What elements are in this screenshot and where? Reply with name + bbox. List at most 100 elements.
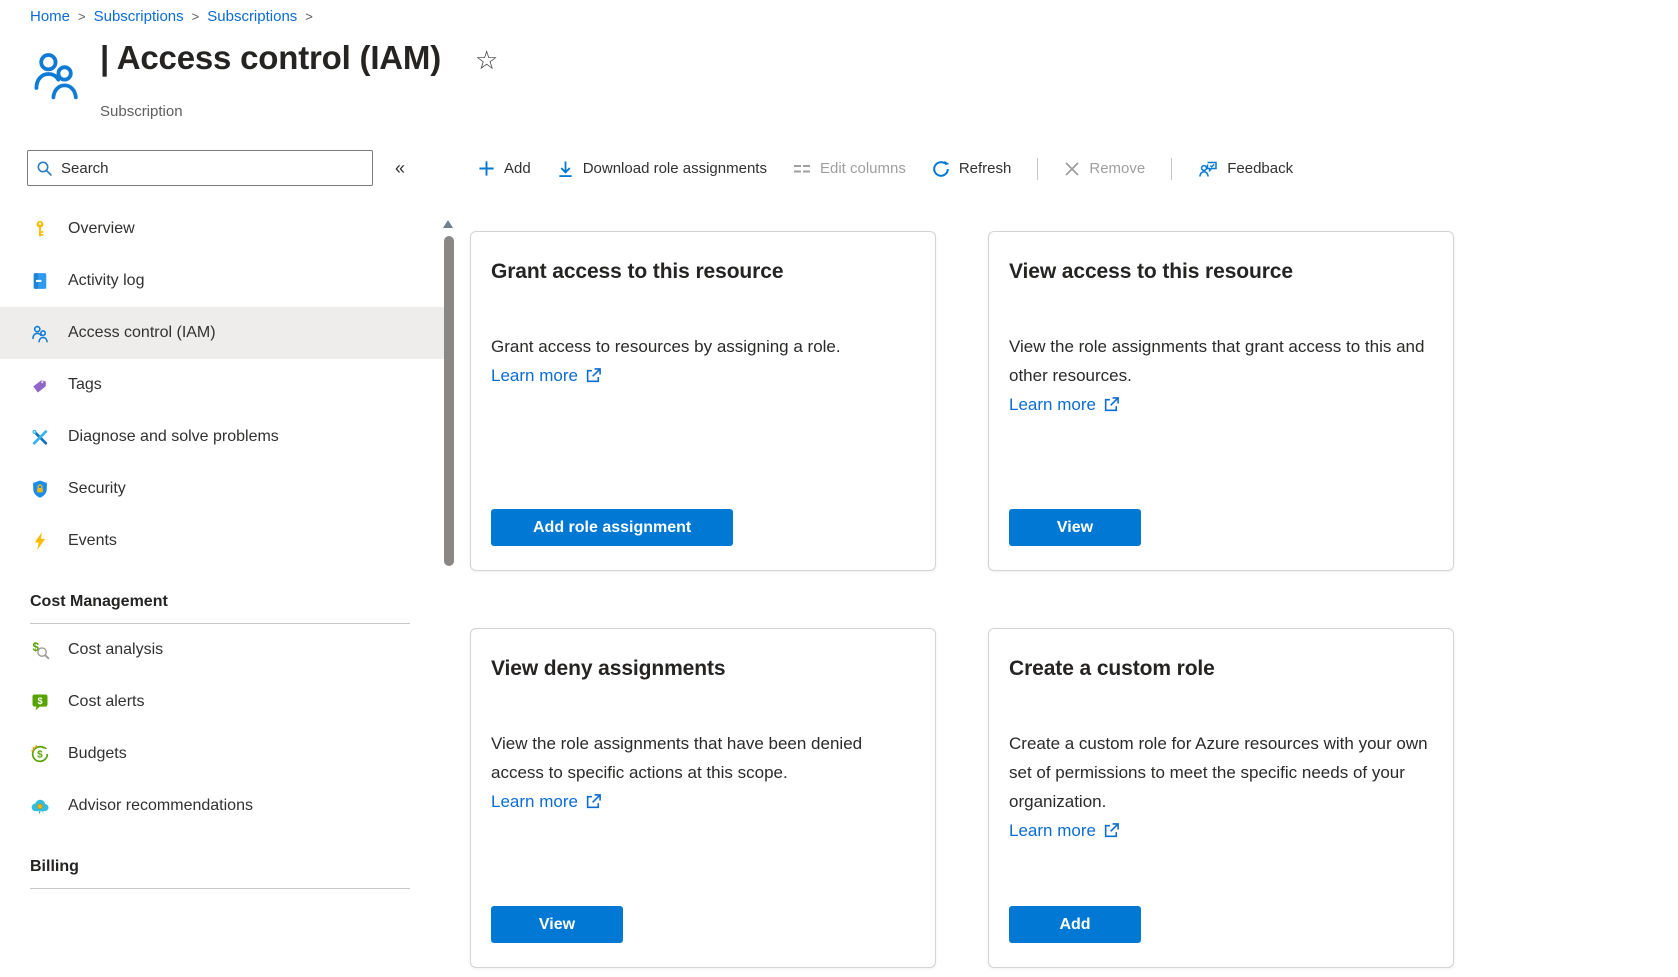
x-icon [1064,161,1080,177]
toolbar-label: Download role assignments [583,160,767,177]
card-description: View the role assignments that grant acc… [1009,332,1433,390]
toolbar-label: Add [504,160,531,177]
breadcrumb: Home > Subscriptions > Subscriptions > [30,8,1678,25]
breadcrumb-separator: > [305,9,313,24]
sidebar-scrollbar-thumb[interactable] [444,236,454,566]
sidebar: « Overview Activity log [0,140,462,977]
sidebar-item-label: Cost alerts [68,693,144,711]
sidebar-item-diagnose[interactable]: Diagnose and solve problems [0,411,445,463]
sidebar-item-budgets[interactable]: $ Budgets [0,728,445,780]
learn-more-link[interactable]: Learn more [1009,390,1120,419]
advisor-icon [30,796,50,816]
sidebar-item-label: Events [68,532,117,550]
external-link-icon [1103,396,1120,413]
breadcrumb-link-subscriptions[interactable]: Subscriptions [94,8,184,25]
sidebar-collapse-icon[interactable]: « [395,158,405,179]
svg-text:$: $ [38,696,43,706]
sidebar-item-activity-log[interactable]: Activity log [0,255,445,307]
toolbar-label: Feedback [1227,160,1293,177]
sidebar-item-cost-analysis[interactable]: $ Cost analysis [0,624,445,676]
edit-columns-icon [793,161,811,177]
download-role-assignments-button[interactable]: Download role assignments [557,160,767,178]
sidebar-scrollbar[interactable] [446,140,458,977]
star-outline-icon[interactable]: ☆ [475,47,498,73]
sidebar-item-cost-alerts[interactable]: $ Cost alerts [0,676,445,728]
sidebar-item-label: Overview [68,220,135,238]
activity-log-icon [30,271,50,291]
sidebar-item-events[interactable]: Events [0,515,445,567]
sidebar-item-tags[interactable]: Tags [0,359,445,411]
view-access-button[interactable]: View [1009,509,1141,546]
breadcrumb-link-home[interactable]: Home [30,8,70,25]
people-icon [30,323,50,343]
page-subtitle: Subscription [100,103,1678,120]
learn-more-label: Learn more [491,787,578,816]
page-title: | Access control (IAM) [100,39,441,77]
lightning-icon [30,531,50,551]
card-title: View access to this resource [1009,260,1433,284]
main-content: Add Download role assignments Edit colum… [462,140,1678,977]
learn-more-link[interactable]: Learn more [1009,816,1120,845]
sidebar-item-label: Budgets [68,745,127,763]
search-icon [36,160,53,177]
add-button[interactable]: Add [478,160,531,177]
scroll-up-icon[interactable] [443,220,453,228]
toolbar: Add Download role assignments Edit colum… [478,150,1678,187]
sidebar-item-label: Security [68,480,126,498]
add-role-assignment-button[interactable]: Add role assignment [491,509,733,546]
toolbar-separator [1171,158,1172,180]
plus-icon [478,160,495,177]
learn-more-link[interactable]: Learn more [491,361,602,390]
tools-icon [30,427,50,447]
feedback-icon [1198,159,1218,178]
sidebar-item-overview[interactable]: Overview [0,203,445,255]
card-title: Grant access to this resource [491,260,915,284]
toolbar-label: Edit columns [820,160,906,177]
sidebar-item-label: Access control (IAM) [68,324,216,342]
sidebar-item-label: Cost analysis [68,641,163,659]
key-icon [30,219,50,239]
sidebar-item-access-control-iam[interactable]: Access control (IAM) [0,307,445,359]
breadcrumb-separator: > [78,9,86,24]
sidebar-item-advisor-recommendations[interactable]: Advisor recommendations [0,780,445,832]
external-link-icon [585,793,602,810]
remove-button: Remove [1064,160,1145,177]
learn-more-label: Learn more [491,361,578,390]
feedback-button[interactable]: Feedback [1198,159,1293,178]
refresh-icon [932,160,950,178]
section-header-billing: Billing [0,832,462,888]
view-deny-assignments-button[interactable]: View [491,906,623,943]
tag-icon [30,375,50,395]
learn-more-link[interactable]: Learn more [491,787,602,816]
cost-alerts-icon: $ [30,692,50,712]
view-access-card: View access to this resource View the ro… [988,231,1454,571]
toolbar-label: Remove [1089,160,1145,177]
grant-access-card: Grant access to this resource Grant acce… [470,231,936,571]
add-custom-role-button[interactable]: Add [1009,906,1141,943]
card-description: Grant access to resources by assigning a… [491,332,915,361]
card-description: View the role assignments that have been… [491,729,915,787]
sidebar-item-label: Diagnose and solve problems [68,428,279,446]
shield-lock-icon [30,479,50,499]
breadcrumb-separator: > [192,9,200,24]
sidebar-item-label: Activity log [68,272,144,290]
section-divider [30,888,410,889]
cost-analysis-icon: $ [30,640,50,660]
create-custom-role-card: Create a custom role Create a custom rol… [988,628,1454,968]
refresh-button[interactable]: Refresh [932,160,1012,178]
toolbar-separator [1037,158,1038,180]
learn-more-label: Learn more [1009,390,1096,419]
section-header-cost-management: Cost Management [0,567,462,623]
edit-columns-button: Edit columns [793,160,906,177]
budgets-icon: $ [30,744,50,764]
learn-more-label: Learn more [1009,816,1096,845]
svg-text:$: $ [37,750,43,761]
external-link-icon [585,367,602,384]
sidebar-item-security[interactable]: Security [0,463,445,515]
external-link-icon [1103,822,1120,839]
search-input[interactable] [27,150,373,186]
card-title: View deny assignments [491,657,915,681]
breadcrumb-link-subscription[interactable]: Subscriptions [207,8,297,25]
page-header: Home > Subscriptions > Subscriptions > |… [0,0,1678,140]
sidebar-item-label: Tags [68,376,102,394]
